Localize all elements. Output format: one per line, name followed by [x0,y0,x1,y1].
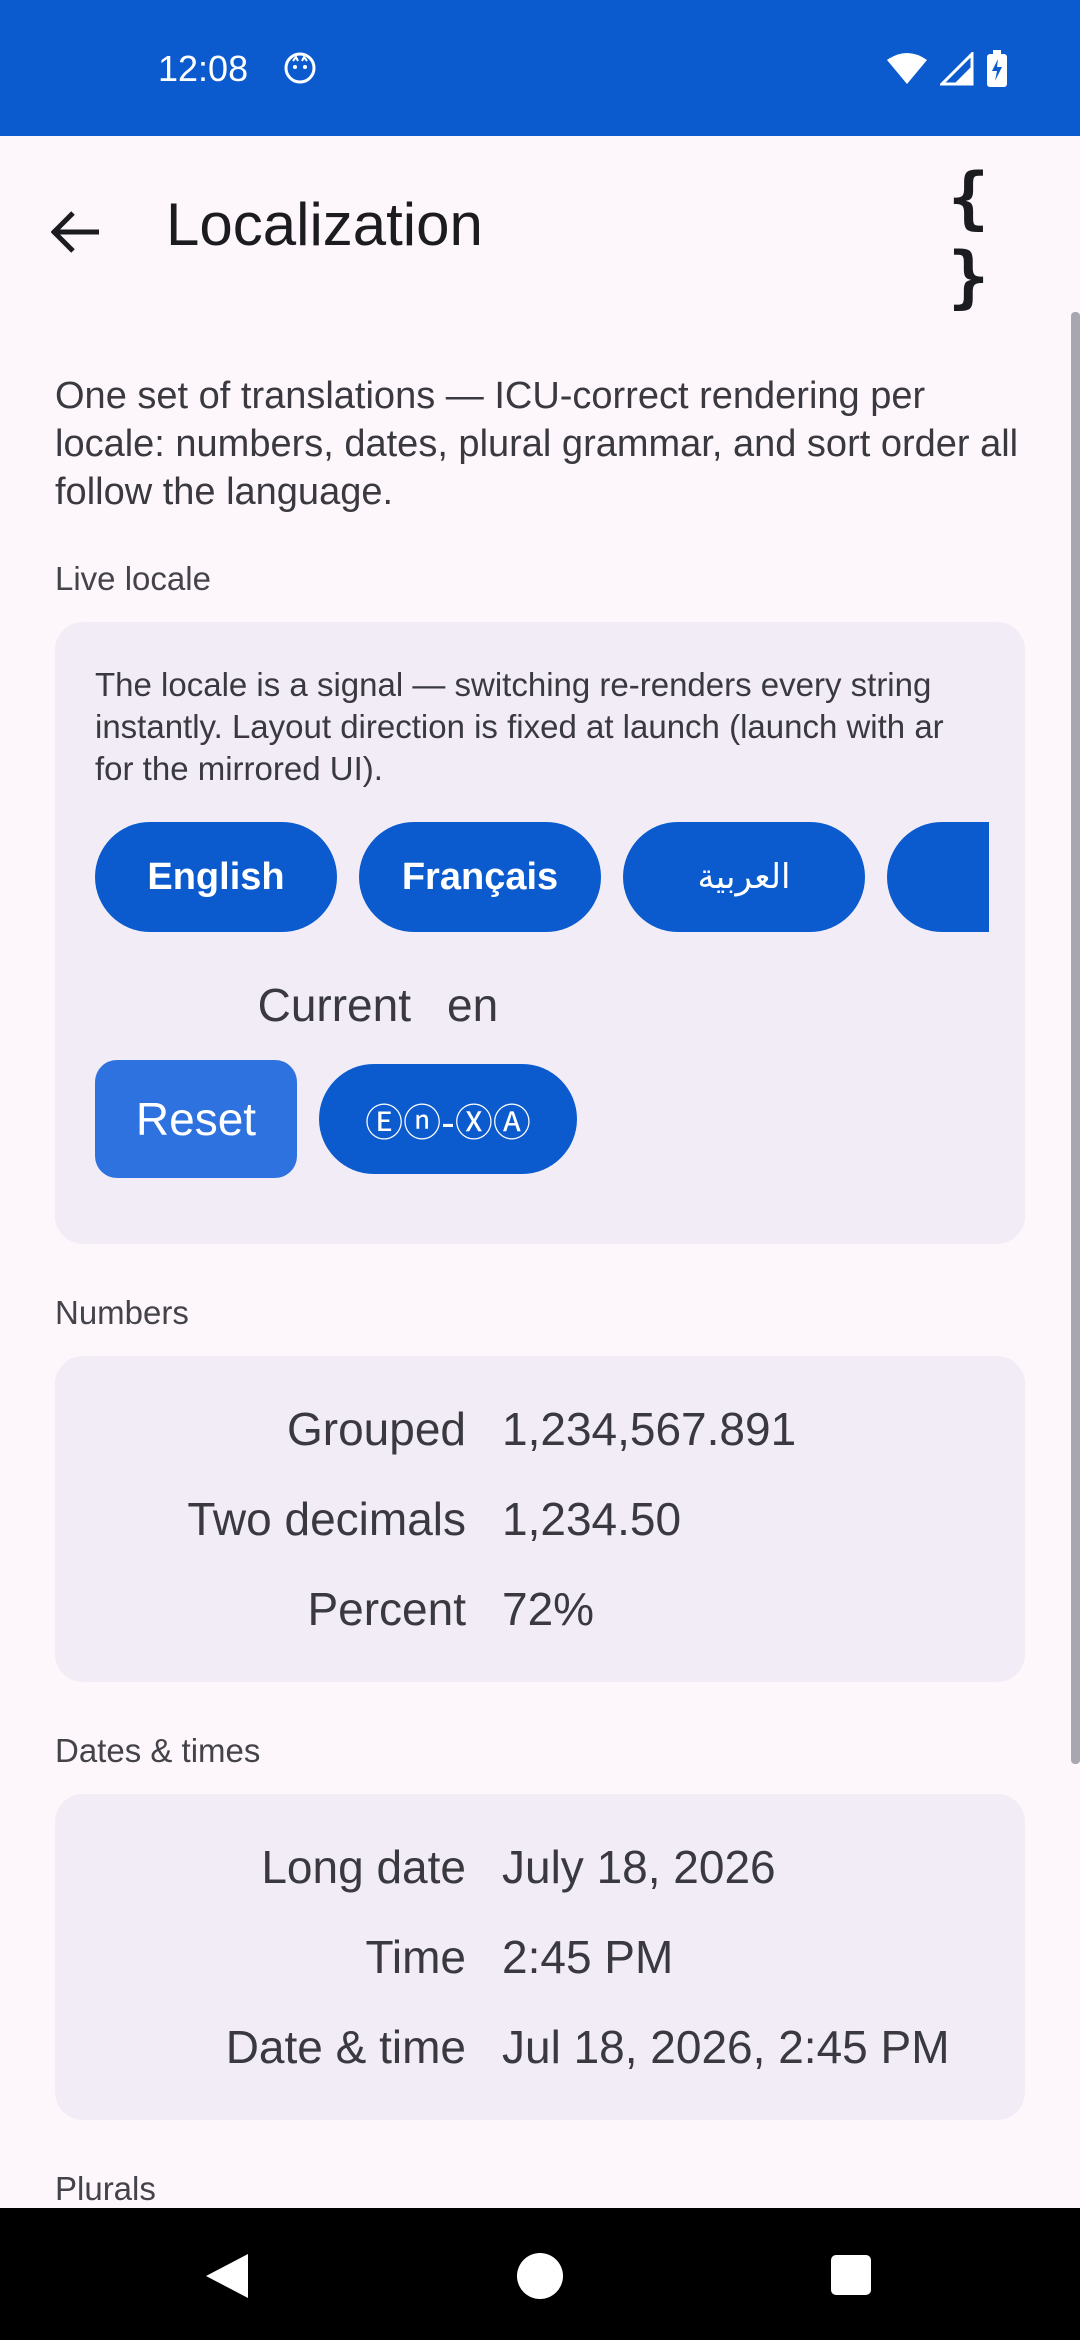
section-label-live-locale: Live locale [55,560,211,597]
status-bar: 12:08 [0,0,1080,136]
status-time: 12:08 [158,48,249,89]
locale-chip-arabic[interactable]: العربية [623,822,865,932]
nav-recents-icon[interactable] [830,2254,872,2296]
locale-action-row: Reset Ⓔⓝ-ⓍⒶ [95,1060,985,1178]
current-locale-value: en [447,979,499,1031]
numbers-row-value: 72% [502,1583,595,1635]
live-locale-card: The locale is a signal — switching re-re… [55,622,1025,1244]
page-title: Localization [166,191,483,258]
dates-row: Long date July 18, 2026 [55,1822,1025,1912]
content: One set of translations — ICU-correct re… [55,312,1025,2208]
status-icons [886,50,1008,88]
section-label-dates: Dates & times [55,1732,261,1769]
dates-row-value: 2:45 PM [502,1931,674,1983]
numbers-row-key: Two decimals [187,1493,466,1545]
reset-button[interactable]: Reset [95,1060,297,1178]
battery-charging-icon [987,50,1007,87]
wifi-icon [887,53,927,84]
dates-row-key: Long date [261,1841,466,1893]
dates-row-key: Date & time [225,2021,466,2073]
current-locale-key: Current [257,979,411,1031]
back-button[interactable] [40,196,112,268]
numbers-row: Two decimals 1,234.50 [55,1474,1025,1564]
numbers-row-value: 1,234.50 [502,1493,682,1545]
pseudo-locale-button[interactable]: Ⓔⓝ-ⓍⒶ [319,1064,577,1174]
dates-row-value: Jul 18, 2026, 2:45 PM [502,2021,950,2073]
locale-chip-row[interactable]: English Français العربية 中 [95,822,989,932]
arrow-back-icon [51,211,99,253]
dates-row: Date & time Jul 18, 2026, 2:45 PM [55,2002,1025,2092]
numbers-row: Grouped 1,234,567.891 [55,1384,1025,1474]
signal-icon [940,52,974,86]
numbers-row: Percent 72% [55,1564,1025,1654]
top-app-bar: Localization { } [0,136,1080,317]
code-braces-button[interactable]: { } [948,159,1044,317]
section-label-numbers: Numbers [55,1294,189,1331]
dates-row-key: Time [365,1931,466,1983]
locale-chip-chinese[interactable]: 中 [887,822,989,932]
nav-home-icon[interactable] [516,2252,564,2300]
locale-chip-french[interactable]: Français [359,822,601,932]
numbers-row-value: 1,234,567.891 [502,1403,797,1455]
nav-back-icon[interactable] [204,2252,250,2300]
system-nav-bar [0,2208,1080,2340]
numbers-row-key: Grouped [286,1403,466,1455]
locale-chip-english[interactable]: English [95,822,337,932]
dates-row-value: July 18, 2026 [502,1841,776,1893]
locale-description: The locale is a signal — switching re-re… [95,666,944,787]
intro-text: One set of translations — ICU-correct re… [55,375,1019,513]
numbers-card: Grouped 1,234,567.891 Two decimals 1,234… [55,1356,1025,1682]
dates-row: Time 2:45 PM [55,1912,1025,2002]
numbers-row-key: Percent [307,1583,466,1635]
scrollbar[interactable] [1071,312,1080,1764]
section-label-plurals: Plurals [55,2170,156,2207]
dates-card: Long date July 18, 2026 Time 2:45 PM Dat… [55,1794,1025,2120]
current-locale-row: Current en [95,950,985,1060]
notification-icon [284,52,316,84]
